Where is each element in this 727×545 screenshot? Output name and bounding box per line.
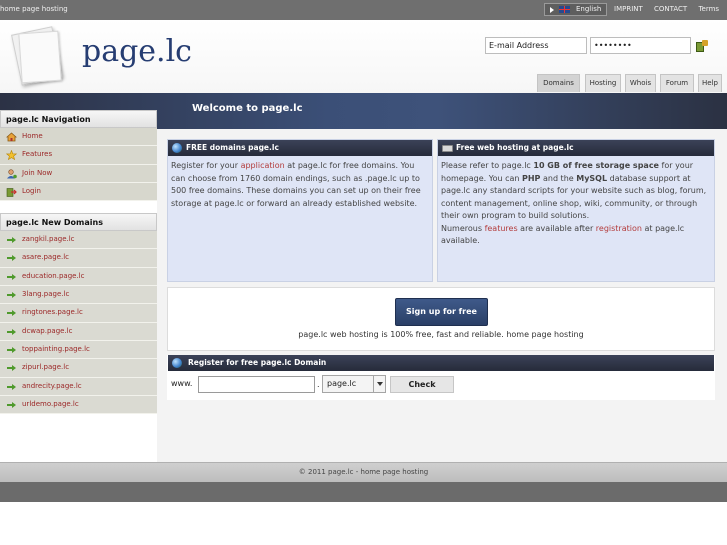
sidebar-item-label: Join Now xyxy=(22,168,53,177)
features-link[interactable]: features xyxy=(485,224,518,233)
signup-note: page.lc web hosting is 100% free, fast a… xyxy=(298,330,584,339)
arrow-right-icon xyxy=(7,292,16,299)
play-icon xyxy=(550,7,554,13)
arrow-right-icon xyxy=(7,255,16,262)
logo[interactable]: page.lc xyxy=(82,34,192,69)
web-hosting-text: Please refer to page.lc 10 GB of free st… xyxy=(441,161,707,245)
uk-flag-icon xyxy=(559,6,570,13)
sidebar-item-label: Home xyxy=(22,132,43,140)
domain-label: asare.page.lc xyxy=(22,253,69,262)
login-icon xyxy=(6,187,17,197)
free-domains-text: Register for your application at page.lc… xyxy=(171,161,421,208)
sidebar-spacer xyxy=(0,201,157,214)
dot-separator: . xyxy=(317,380,320,389)
web-hosting-title: Free web hosting at page.lc xyxy=(438,140,714,156)
domain-label: 3lang.page.lc xyxy=(22,290,70,299)
domain-label: ringtones.page.lc xyxy=(22,308,83,317)
sidebar-nav-title: page.lc Navigation xyxy=(0,110,157,128)
globe-icon xyxy=(172,358,182,368)
contact-link[interactable]: CONTACT xyxy=(654,5,687,13)
arrow-right-icon xyxy=(7,365,16,372)
domain-label: zangkil.page.lc xyxy=(22,235,75,244)
www-prefix: www. xyxy=(171,379,193,388)
terms-link[interactable]: Terms xyxy=(698,5,719,13)
free-domains-panel: FREE domains page.lc Register for your a… xyxy=(167,139,433,282)
footer-bar xyxy=(0,482,727,502)
tab-whois[interactable]: Whois xyxy=(625,74,656,92)
imprint-link[interactable]: IMPRINT xyxy=(614,5,643,13)
sidebar-item-login[interactable]: Login xyxy=(0,182,157,202)
sidebar: page.lc Navigation Home Features Join No… xyxy=(0,110,157,415)
domain-item[interactable]: ringtones.page.lc xyxy=(0,304,157,323)
top-bar: home page hosting English IMPRINT CONTAC… xyxy=(0,0,727,20)
domain-label: education.page.lc xyxy=(22,271,85,280)
password-field[interactable]: •••••••• xyxy=(590,37,691,54)
globe-icon xyxy=(172,143,182,153)
star-icon xyxy=(5,149,18,161)
domain-label: zipurl.page.lc xyxy=(22,363,70,372)
login-submit-icon[interactable] xyxy=(696,40,708,52)
footer: © 2011 page.lc - home page hosting xyxy=(0,462,727,482)
free-domains-title: FREE domains page.lc xyxy=(168,140,432,156)
web-hosting-panel: Free web hosting at page.lc Please refer… xyxy=(437,139,715,282)
domain-item[interactable]: asare.page.lc xyxy=(0,249,157,268)
arrow-right-icon xyxy=(7,273,16,280)
hard-drive-icon xyxy=(442,145,453,152)
register-title: Register for free page.lc Domain xyxy=(168,355,714,371)
arrow-right-icon xyxy=(7,383,16,390)
domain-item[interactable]: education.page.lc xyxy=(0,267,157,287)
tab-help[interactable]: Help xyxy=(698,74,722,92)
tab-forum[interactable]: Forum xyxy=(660,74,694,92)
sidebar-item-label: Features xyxy=(22,150,53,159)
application-link[interactable]: application xyxy=(241,161,285,170)
domain-item[interactable]: dcwap.page.lc xyxy=(0,322,157,341)
domain-item[interactable]: zipurl.page.lc xyxy=(0,359,157,378)
arrow-right-icon xyxy=(7,237,16,244)
sidebar-item-label: Login xyxy=(22,186,41,195)
home-icon xyxy=(5,132,18,142)
domain-item[interactable]: andrecity.page.lc xyxy=(0,377,157,396)
sidebar-item-join-now[interactable]: Join Now xyxy=(0,164,157,183)
domain-item[interactable]: zangkil.page.lc xyxy=(0,231,157,250)
registration-link[interactable]: registration xyxy=(596,224,642,233)
chevron-down-icon[interactable] xyxy=(373,375,386,393)
tab-hosting[interactable]: Hosting xyxy=(585,74,621,92)
language-label: English xyxy=(576,5,602,13)
domain-item[interactable]: 3lang.page.lc xyxy=(0,286,157,305)
tagline: home page hosting xyxy=(0,5,68,13)
top-links: IMPRINT CONTACT Terms xyxy=(614,5,727,13)
arrow-right-icon xyxy=(7,328,16,335)
sidebar-item-home[interactable]: Home xyxy=(0,128,157,147)
logo-paper-icon xyxy=(10,26,63,86)
email-field[interactable]: E-mail Address xyxy=(485,37,587,54)
domain-item[interactable]: urldemo.page.lc xyxy=(0,395,157,415)
domain-label: dcwap.page.lc xyxy=(22,326,73,335)
sidebar-item-features[interactable]: Features xyxy=(0,146,157,165)
check-button[interactable]: Check xyxy=(390,376,454,393)
arrow-right-icon xyxy=(7,401,16,408)
domain-item[interactable]: toppainting.page.lc xyxy=(0,340,157,360)
user-add-icon xyxy=(6,168,17,179)
domain-label: toppainting.page.lc xyxy=(22,344,90,353)
arrow-right-icon xyxy=(7,310,16,317)
tab-domains[interactable]: Domains xyxy=(537,74,580,92)
page-title: Welcome to page.lc xyxy=(192,103,303,114)
language-selector[interactable]: English xyxy=(544,3,607,16)
domain-label: andrecity.page.lc xyxy=(22,381,82,390)
signup-button[interactable]: Sign up for free xyxy=(395,298,488,326)
domain-name-input[interactable] xyxy=(198,376,315,393)
domain-label: urldemo.page.lc xyxy=(22,399,79,408)
sidebar-domains-title: page.lc New Domains xyxy=(0,213,157,232)
arrow-right-icon xyxy=(7,346,16,353)
